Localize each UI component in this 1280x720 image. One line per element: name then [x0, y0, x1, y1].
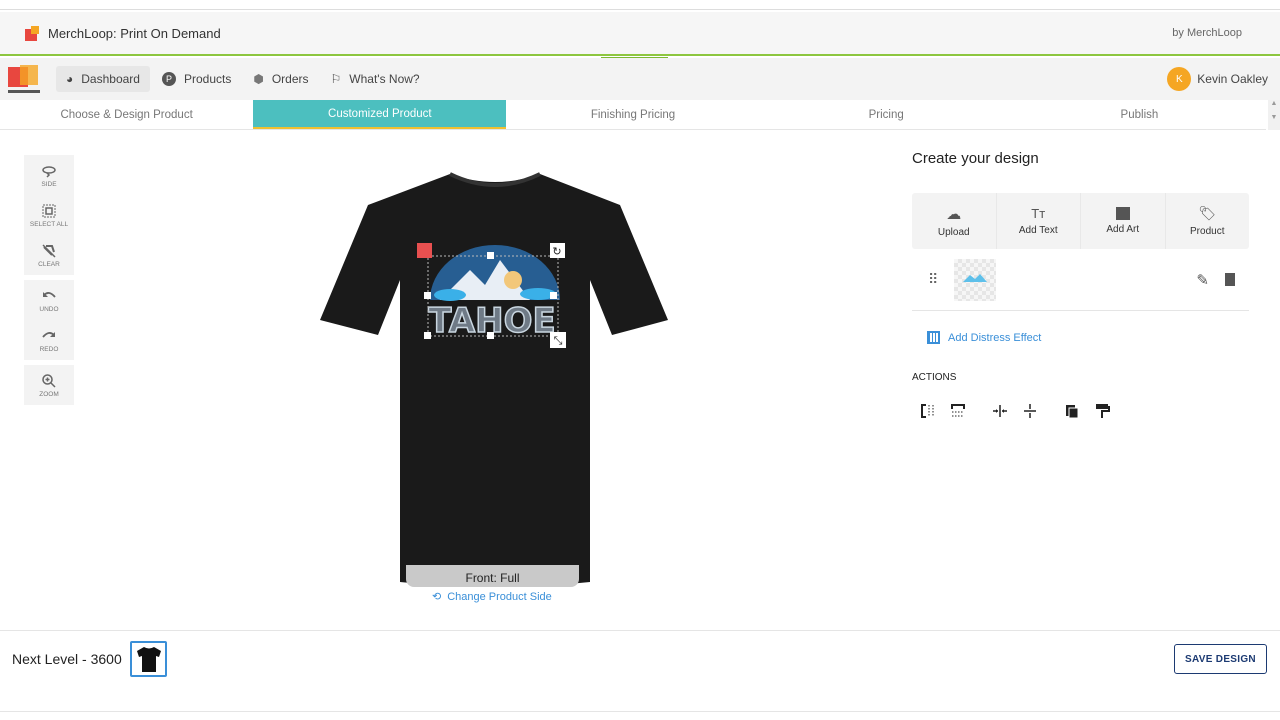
nav-orders[interactable]: ⬢ Orders [243, 66, 318, 92]
nav-products[interactable]: P Products [152, 66, 241, 92]
design-canvas[interactable]: TAHOE ↻ ⤡ [300, 160, 690, 590]
select-all-icon [42, 204, 56, 217]
design-panel: Create your design ☁ Upload Tт Add Text Ad… [912, 150, 1249, 419]
panel-title: Create your design [912, 150, 1039, 167]
product-button[interactable]: 🏷 Product [1166, 193, 1250, 249]
add-distress-link[interactable]: Add Distress Effect [927, 331, 1249, 344]
cloud-upload-icon: ☁ [946, 205, 962, 223]
add-text-button[interactable]: Tт Add Text [997, 193, 1081, 249]
app-title: MerchLoop: Print On Demand [48, 25, 221, 41]
product-variant-thumbnail[interactable] [130, 641, 167, 677]
trash-icon[interactable] [1225, 273, 1235, 286]
add-art-button[interactable]: Add Art [1081, 193, 1166, 249]
toolbar-group-zoom: ZOOM [24, 365, 74, 405]
footer-bar: Next Level - 3600 SAVE DESIGN [0, 630, 1280, 712]
avatar: K [1167, 67, 1192, 91]
redo-icon [42, 331, 55, 338]
scrollbar[interactable]: ▲ ▼ [1268, 100, 1280, 130]
top-divider [0, 9, 1280, 10]
main-nav: ◕ Dashboard P Products ⬢ Orders ⚐ What's Now… [0, 58, 1280, 100]
step-customized-product[interactable]: Customized Product [253, 100, 507, 129]
toolbar-group-history: UNDO REDO [24, 280, 74, 360]
product-name: Next Level - 3600 [12, 651, 122, 667]
paint-roller-icon[interactable] [1094, 403, 1110, 419]
dashboard-icon: ◕ [66, 72, 74, 86]
products-icon: P [161, 72, 176, 86]
zoom-in-icon [42, 373, 56, 388]
flag-icon: ⚐ [330, 72, 342, 86]
clear-tool[interactable]: CLEAR [24, 235, 74, 275]
undo-icon [43, 291, 56, 298]
undo-tool[interactable]: UNDO [24, 280, 74, 320]
upload-button[interactable]: ☁ Upload [912, 193, 997, 249]
center-horizontal-icon[interactable] [992, 403, 1008, 419]
duplicate-icon[interactable] [1064, 403, 1080, 419]
tshirt-image [320, 174, 668, 587]
image-icon [1115, 207, 1130, 220]
zoom-tool[interactable]: ZOOM [24, 365, 74, 405]
toolbar-group-selection: SIDE SELECT ALL CLEAR [24, 155, 74, 275]
scale-icon: ⤡ [554, 335, 563, 347]
actions-bar [912, 403, 1249, 419]
orders-icon: ⬢ [253, 72, 264, 86]
layer-thumbnail [954, 258, 997, 301]
merchloop-logo[interactable] [4, 61, 44, 97]
rotate-side-icon [42, 165, 56, 178]
app-bar: MerchLoop: Print On Demand by MerchLoop [0, 12, 1280, 56]
layer-item[interactable]: ⠿ ✎ [912, 249, 1249, 311]
drag-handle-icon[interactable]: ⠿ [928, 271, 938, 288]
change-side-link[interactable]: ⟲ Change Product Side [432, 590, 552, 604]
step-finishing-pricing[interactable]: Finishing Pricing [506, 100, 759, 129]
step-publish[interactable]: Publish [1013, 100, 1266, 129]
user-menu[interactable]: K Kevin Oakley [1167, 67, 1268, 91]
step-pricing[interactable]: Pricing [760, 100, 1013, 129]
flip-vertical-icon[interactable] [950, 403, 966, 419]
clear-icon [42, 243, 56, 258]
step-choose-design[interactable]: Choose & Design Product [0, 100, 253, 129]
delete-handle[interactable] [417, 243, 432, 258]
user-name: Kevin Oakley [1197, 72, 1268, 86]
step-tabs: Choose & Design Product Customized Produ… [0, 100, 1266, 130]
distress-icon [927, 331, 940, 344]
redo-tool[interactable]: REDO [24, 320, 74, 360]
nav-dashboard[interactable]: ◕ Dashboard [56, 66, 150, 92]
side-tool[interactable]: SIDE [24, 155, 74, 195]
save-design-button[interactable]: SAVE DESIGN [1174, 644, 1267, 674]
rotate-side-icon: ⟲ [432, 591, 442, 603]
edit-icon[interactable]: ✎ [1196, 271, 1209, 289]
text-icon: Tт [1031, 206, 1046, 221]
side-label: Front: Full [406, 565, 579, 587]
actions-label: ACTIONS [912, 372, 957, 383]
flip-horizontal-icon[interactable] [920, 403, 936, 419]
center-vertical-icon[interactable] [1022, 403, 1038, 419]
nav-whats-now[interactable]: ⚐ What's Now? [321, 66, 430, 92]
app-by: by MerchLoop [1172, 27, 1242, 39]
merchloop-logo-icon [25, 26, 39, 41]
select-all-tool[interactable]: SELECT ALL [24, 195, 74, 235]
tag-icon: 🏷 [1198, 205, 1217, 221]
rotate-icon: ↻ [552, 246, 561, 258]
